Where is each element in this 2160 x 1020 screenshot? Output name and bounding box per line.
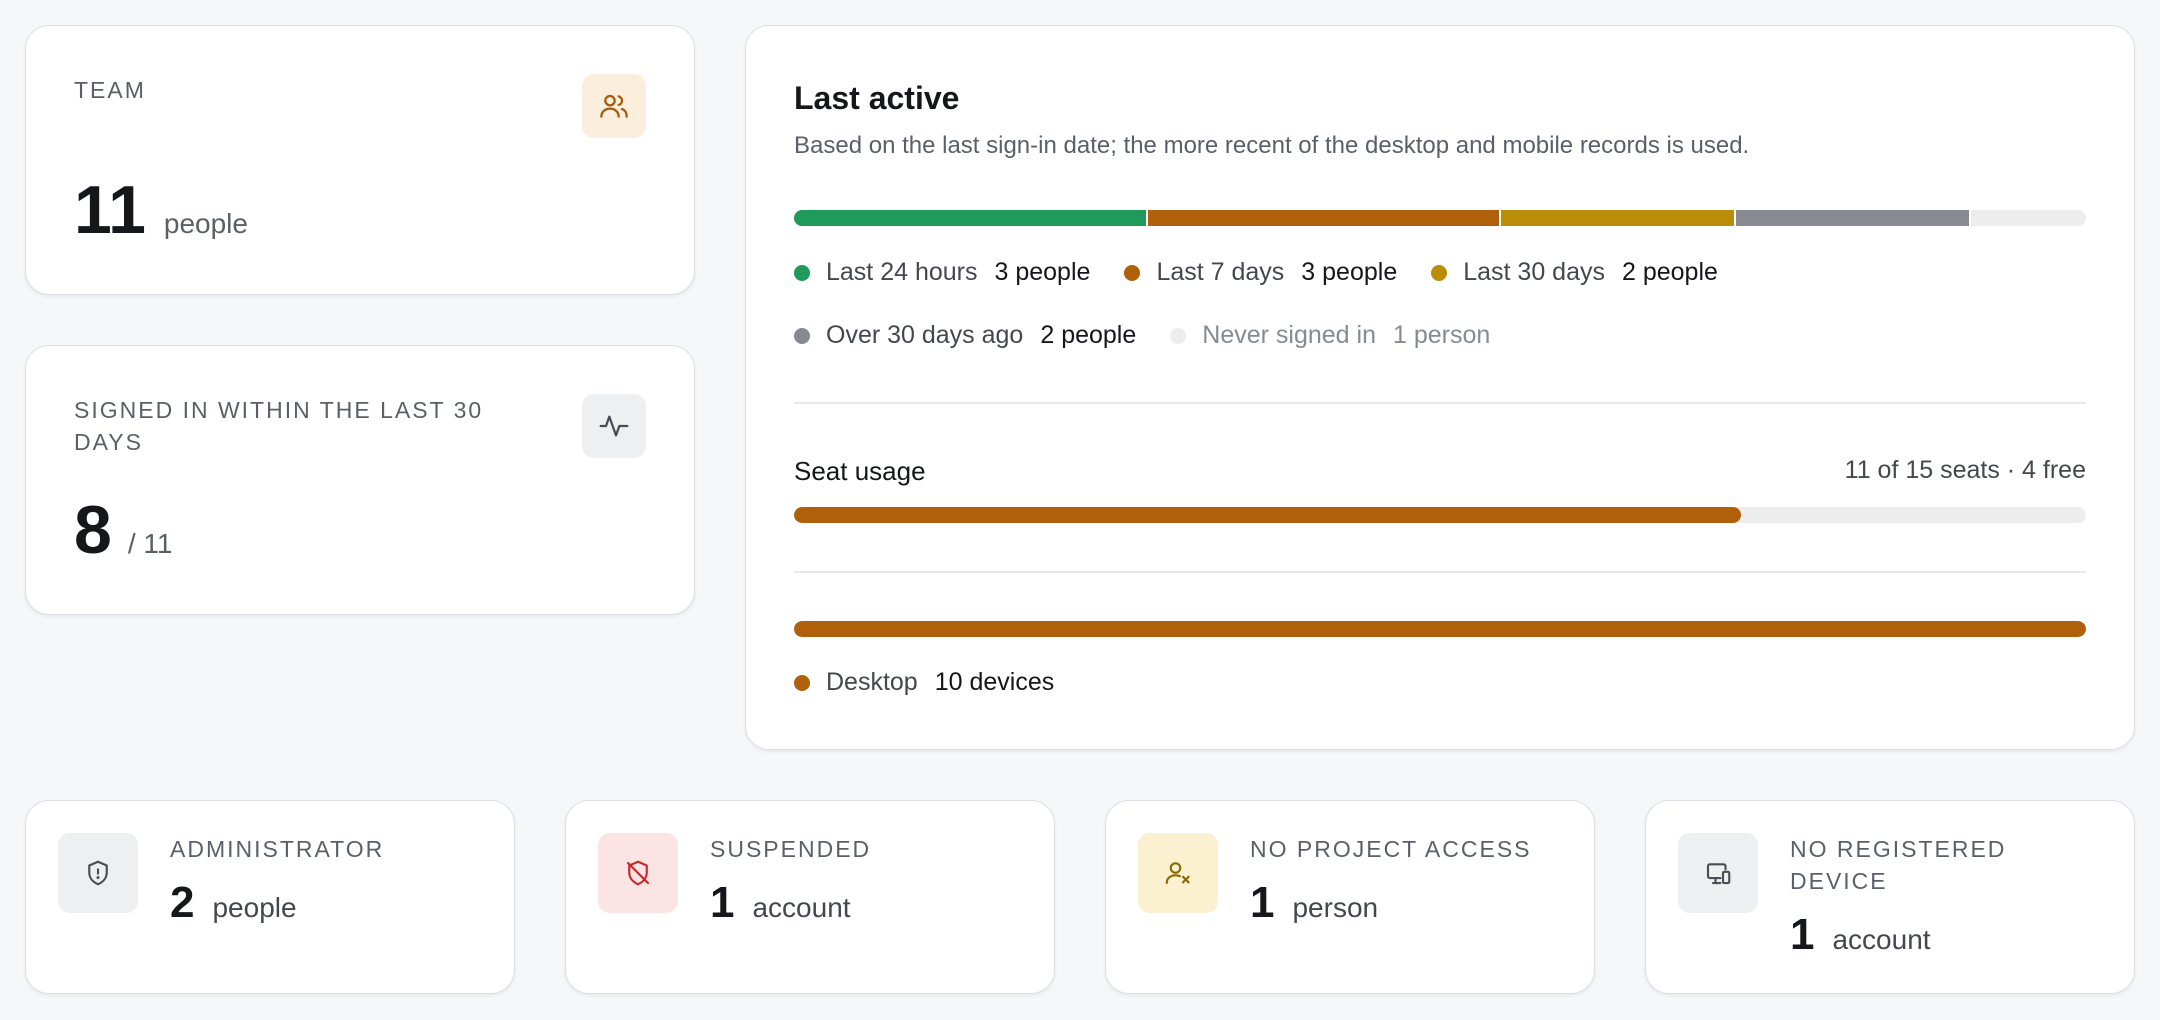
team-unit: people	[163, 208, 248, 239]
administrator-label: ADMINISTRATOR	[170, 836, 385, 862]
devices-icon	[1706, 863, 1731, 885]
team-label: TEAM	[74, 77, 146, 103]
legend-dot	[794, 674, 810, 691]
legend-item: Last 24 hours 3 people	[794, 258, 1090, 287]
activity-icon	[599, 415, 629, 437]
legend-item: Last 7 days 3 people	[1124, 258, 1397, 287]
last-active-title: Last active	[794, 80, 960, 116]
legend-count: 2 people	[1040, 321, 1137, 349]
shield-icon	[88, 860, 108, 886]
shield-off-icon	[626, 860, 650, 886]
no-registered-device-count: 1 account	[1790, 913, 1931, 957]
activity-legend-row-2: Over 30 days ago 2 people Never signed in 1…	[794, 321, 1524, 350]
last-active-subtitle: Based on the last sign-in date; the more…	[794, 132, 1750, 159]
user-x-icon-box	[1138, 833, 1218, 913]
activity-bar-segment	[794, 210, 1147, 226]
signed-in-value: 8	[74, 492, 112, 568]
signed-in-card: SIGNED IN WITHIN THE LAST 30 DAYS 8 / 11	[25, 345, 695, 615]
signed-in-label: SIGNED IN WITHIN THE LAST 30 DAYS	[74, 397, 484, 455]
devices-icon-box	[1678, 833, 1758, 913]
no-registered-device-unit: account	[1832, 924, 1931, 955]
legend-dot	[1124, 264, 1141, 281]
legend-label: Last 30 days	[1463, 258, 1605, 286]
no-registered-device-card: NO REGISTERED DEVICE 1 account	[1645, 800, 2135, 994]
legend-count: 1 person	[1393, 321, 1491, 349]
legend-count: 2 people	[1622, 258, 1718, 286]
legend-count: 10 devices	[934, 668, 1055, 696]
legend-dot	[794, 264, 810, 281]
administrator-value: 2	[170, 878, 195, 927]
no-registered-device-value: 1	[1790, 910, 1815, 959]
suspended-unit: account	[752, 892, 851, 923]
divider	[794, 571, 2086, 573]
legend-item: Over 30 days ago 2 people	[794, 321, 1136, 350]
administrator-card: ADMINISTRATOR 2 people	[25, 800, 515, 994]
team-card: TEAM 11 people	[25, 25, 695, 295]
seat-usage-fill	[794, 507, 1742, 523]
legend-count: 3 people	[1301, 258, 1398, 286]
signed-in-count: 8 / 11	[74, 496, 172, 564]
legend-label: Never signed in	[1202, 321, 1376, 349]
legend-dot	[1170, 327, 1187, 344]
device-bar-fill	[794, 621, 2086, 637]
seat-usage-bar	[794, 507, 2086, 523]
device-legend: Desktop 10 devices	[794, 668, 1088, 697]
legend-item-desktop: Desktop 10 devices	[794, 668, 1054, 697]
signed-in-total: / 11	[127, 528, 173, 559]
shield-icon-box	[58, 833, 138, 913]
activity-bar	[794, 210, 2086, 226]
suspended-value: 1	[710, 878, 735, 927]
activity-bar-segment	[1733, 210, 1969, 226]
legend-dot	[1431, 264, 1448, 281]
legend-label: Last 7 days	[1156, 258, 1285, 286]
activity-bar-segment	[1498, 210, 1734, 226]
divider	[794, 402, 2086, 404]
administrator-unit: people	[212, 892, 297, 923]
activity-icon-box	[582, 394, 646, 458]
shield-off-icon-box	[598, 833, 678, 913]
suspended-card: SUSPENDED 1 account	[565, 800, 1055, 994]
no-project-access-count: 1 person	[1250, 881, 1378, 925]
legend-item: Last 30 days 2 people	[1431, 258, 1718, 287]
legend-item: Never signed in 1 person	[1170, 321, 1490, 350]
activity-legend-row-1: Last 24 hours 3 people Last 7 days 3 people…	[794, 258, 1752, 287]
suspended-label: SUSPENDED	[710, 836, 872, 862]
legend-label: Last 24 hours	[826, 258, 978, 286]
user-x-icon	[1165, 862, 1190, 885]
no-registered-device-label: NO REGISTERED DEVICE	[1790, 836, 2007, 894]
device-bar	[794, 621, 2086, 637]
suspended-count: 1 account	[710, 881, 851, 925]
administrator-count: 2 people	[170, 881, 297, 925]
seat-usage-summary: 11 of 15 seats · 4 free	[1844, 456, 2086, 484]
activity-bar-segment	[1146, 210, 1499, 226]
legend-label: Desktop	[826, 668, 918, 696]
no-project-access-value: 1	[1250, 878, 1275, 927]
seat-usage-label: Seat usage	[794, 456, 926, 486]
no-project-access-label: NO PROJECT ACCESS	[1250, 836, 1532, 862]
team-value: 11	[74, 172, 146, 248]
users-icon	[600, 94, 628, 118]
legend-dot	[794, 327, 810, 344]
no-project-access-unit: person	[1292, 892, 1379, 923]
legend-label: Over 30 days ago	[826, 321, 1024, 349]
team-count: 11 people	[74, 176, 248, 244]
legend-count: 3 people	[994, 258, 1091, 286]
no-project-access-card: NO PROJECT ACCESS 1 person	[1105, 800, 1595, 994]
users-icon-box	[582, 74, 646, 138]
activity-bar-segment	[1968, 210, 2086, 226]
